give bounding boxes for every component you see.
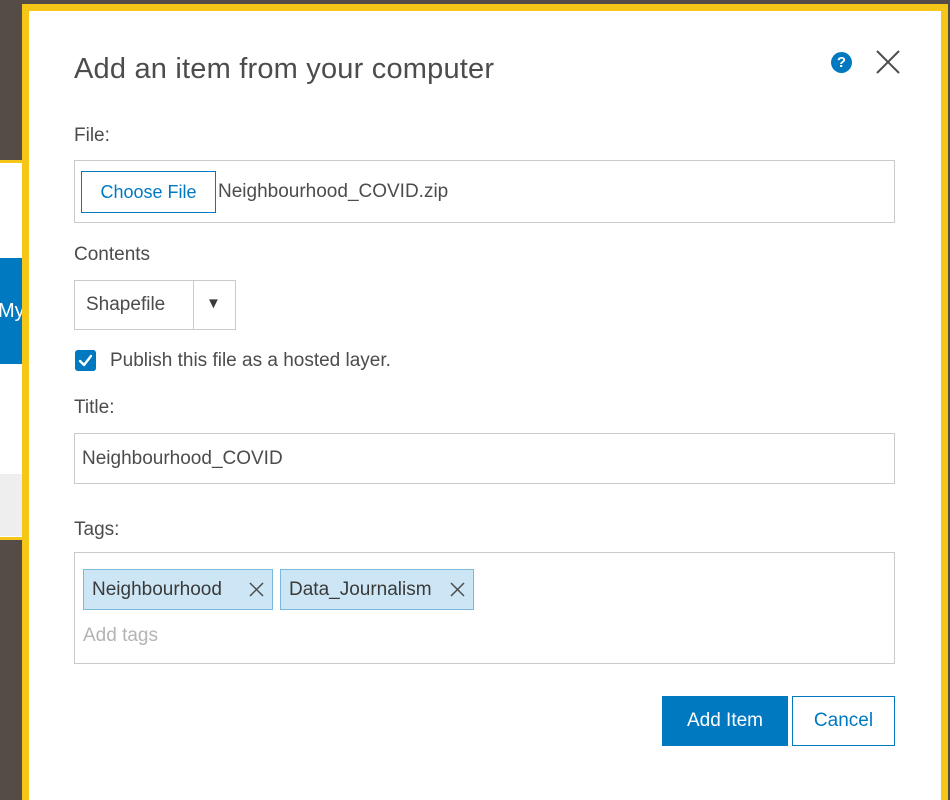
publish-checkbox-label: Publish this file as a hosted layer. — [110, 350, 391, 371]
dialog-title: Add an item from your computer — [74, 53, 495, 85]
add-item-dialog: Add an item from your computer ? File: C… — [29, 11, 941, 800]
tag-label: Data_Journalism — [289, 579, 432, 600]
tag-chip: Neighbourhood — [83, 569, 273, 610]
background-my-button-label: My — [0, 300, 24, 322]
tag-label: Neighbourhood — [92, 579, 222, 600]
contents-selected-value: Shapefile — [86, 294, 166, 315]
add-tags-placeholder[interactable]: Add tags — [83, 625, 158, 647]
title-input[interactable] — [74, 433, 895, 484]
selected-file-name: Neighbourhood_COVID.zip — [218, 181, 449, 202]
help-icon[interactable]: ? — [831, 52, 852, 73]
tag-chip: Data_Journalism — [280, 569, 474, 610]
title-label: Title: — [74, 397, 115, 418]
contents-label: Contents — [74, 244, 151, 265]
contents-select[interactable]: Shapefile ▼ — [74, 280, 236, 330]
background-strip — [0, 474, 24, 536]
file-label: File: — [74, 125, 110, 146]
tags-label: Tags: — [74, 519, 120, 540]
file-picker: Choose File Neighbourhood_COVID.zip — [74, 160, 895, 223]
tags-input[interactable]: Neighbourhood Data_Journalism Add tags — [74, 552, 895, 664]
remove-tag-icon[interactable] — [449, 581, 466, 598]
add-item-button[interactable]: Add Item — [662, 696, 788, 746]
close-icon[interactable] — [875, 49, 901, 75]
dropdown-arrow-icon: ▼ — [206, 295, 221, 312]
cancel-button[interactable]: Cancel — [792, 696, 895, 746]
background-my-button: My — [0, 258, 24, 364]
remove-tag-icon[interactable] — [248, 581, 265, 598]
select-divider — [193, 281, 194, 329]
choose-file-button[interactable]: Choose File — [81, 171, 216, 213]
publish-checkbox[interactable] — [75, 350, 96, 371]
